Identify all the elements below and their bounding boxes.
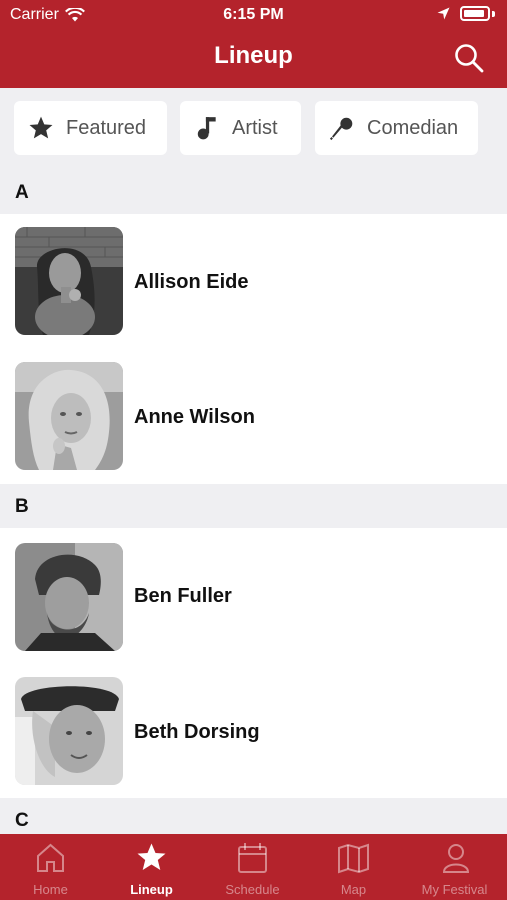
artist-name: Anne Wilson bbox=[134, 405, 255, 428]
calendar-icon bbox=[238, 843, 267, 873]
filter-bar: Featured Artist Comedian bbox=[0, 88, 507, 170]
artist-name: Beth Dorsing bbox=[134, 720, 260, 743]
filter-chip-artist[interactable]: Artist bbox=[180, 101, 301, 155]
artist-row-anne-wilson[interactable]: Anne Wilson bbox=[0, 349, 507, 485]
artist-row-allison-eide[interactable]: Allison Eide bbox=[0, 214, 507, 350]
battery-tip bbox=[492, 10, 495, 17]
artist-name: Allison Eide bbox=[134, 270, 249, 293]
tab-label: Lineup bbox=[130, 882, 173, 897]
filter-chip-comedian[interactable]: Comedian bbox=[315, 101, 478, 155]
status-bar: Carrier 6:15 PM bbox=[0, 0, 507, 30]
artist-row-ben-fuller[interactable]: Ben Fuller bbox=[0, 528, 507, 664]
tab-label: Map bbox=[340, 882, 367, 897]
home-icon bbox=[37, 843, 64, 872]
tab-schedule[interactable]: Schedule bbox=[202, 834, 303, 900]
filter-chip-label: Artist bbox=[232, 116, 278, 139]
status-right bbox=[437, 6, 495, 21]
artist-photo bbox=[15, 362, 123, 470]
app-header: Carrier 6:15 PM Lineup bbox=[0, 0, 507, 88]
music-note-icon bbox=[197, 117, 216, 140]
artist-photo bbox=[15, 227, 123, 335]
filter-chip-label: Featured bbox=[66, 116, 147, 139]
section-header-a: A bbox=[0, 170, 507, 214]
tab-home[interactable]: Home bbox=[0, 834, 101, 900]
microphone-icon bbox=[329, 117, 353, 141]
star-icon bbox=[137, 843, 166, 870]
status-time: 6:15 PM bbox=[223, 6, 284, 23]
tab-lineup[interactable]: Lineup bbox=[101, 834, 202, 900]
artist-photo bbox=[15, 677, 123, 785]
page-title: Lineup bbox=[214, 42, 293, 69]
tab-label: Schedule bbox=[225, 882, 280, 897]
filter-chip-label: Comedian bbox=[367, 116, 459, 139]
tab-my-festival[interactable]: My Festival bbox=[404, 834, 507, 900]
person-icon bbox=[442, 844, 470, 873]
filter-chip-featured[interactable]: Featured bbox=[14, 101, 167, 155]
star-icon bbox=[29, 116, 53, 139]
artist-name: Ben Fuller bbox=[134, 584, 232, 607]
tab-label: My Festival bbox=[421, 882, 488, 897]
tab-map[interactable]: Map bbox=[303, 834, 404, 900]
map-icon bbox=[338, 843, 369, 874]
tab-bar: Home Lineup Schedule Map My Festival bbox=[0, 834, 507, 900]
search-icon[interactable] bbox=[453, 42, 485, 74]
location-arrow-icon bbox=[437, 7, 450, 20]
section-header-b: B bbox=[0, 484, 507, 528]
tab-label: Home bbox=[33, 882, 68, 897]
artist-photo bbox=[15, 543, 123, 651]
artist-row-beth-dorsing[interactable]: Beth Dorsing bbox=[0, 664, 507, 800]
battery-icon bbox=[460, 6, 490, 21]
